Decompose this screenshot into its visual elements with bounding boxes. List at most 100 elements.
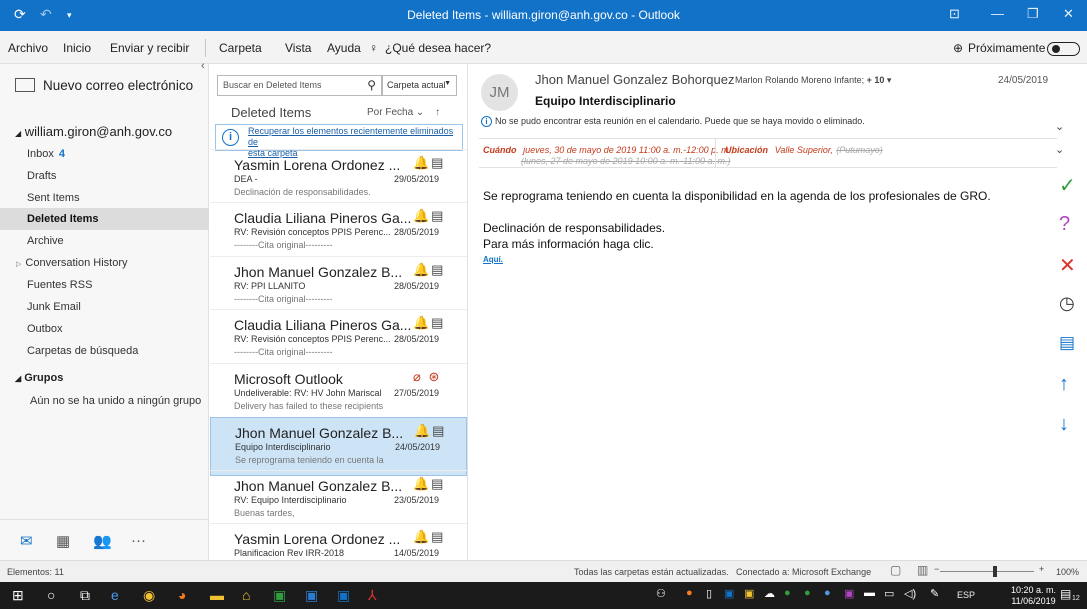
tray-app-icon[interactable]: ●: [686, 587, 693, 599]
more-recipients[interactable]: + 10: [867, 75, 885, 85]
list-item[interactable]: Jhon Manuel Gonzalez B... 🔔▤ RV: Equipo …: [210, 470, 467, 529]
volume-icon[interactable]: ◁): [904, 587, 916, 600]
sender-name[interactable]: Jhon Manuel Gonzalez Bohorquez: [535, 72, 734, 87]
zoom-out-icon[interactable]: −: [934, 564, 939, 574]
edge-icon[interactable]: e: [111, 587, 119, 603]
people-icon[interactable]: 👥: [93, 532, 112, 550]
more-icon[interactable]: ···: [131, 532, 146, 549]
folder-archive[interactable]: Archive: [0, 230, 209, 252]
decline-icon[interactable]: ✕: [1059, 253, 1076, 278]
network-icon[interactable]: ▬: [864, 587, 875, 599]
coming-soon-toggle[interactable]: [1047, 42, 1080, 56]
list-item[interactable]: Microsoft Outlook ⌀ ⊛ Undeliverable: RV:…: [210, 363, 467, 422]
folder-conversation-history[interactable]: ▷ Conversation History: [0, 252, 209, 274]
firefox-icon[interactable]: ◕: [178, 587, 186, 603]
folder-outbox[interactable]: Outbox: [0, 318, 209, 340]
file-explorer-icon[interactable]: ▬: [210, 587, 224, 603]
windows-start-icon[interactable]: ⊞: [12, 587, 24, 604]
zoom-slider-thumb[interactable]: [993, 566, 997, 577]
pen-icon[interactable]: ✎: [930, 587, 939, 600]
message-date: 28/05/2019: [394, 227, 440, 237]
folder-search-folders[interactable]: Carpetas de búsqueda: [0, 340, 209, 362]
tray-app-icon[interactable]: ●: [804, 587, 811, 599]
account-header[interactable]: ◢ william.giron@anh.gov.co: [15, 124, 172, 139]
task-view-icon[interactable]: ⧉: [80, 587, 90, 604]
collapse-pane-icon[interactable]: ‹: [201, 60, 205, 72]
list-item[interactable]: Yasmin Lorena Ordonez ... 🔔▤ DEA - 29/05…: [210, 149, 467, 208]
list-item[interactable]: Claudia Liliana Pineros Ga... 🔔▤ RV: Rev…: [210, 309, 467, 368]
tentative-icon[interactable]: ?: [1059, 213, 1070, 236]
message-date: 28/05/2019: [394, 334, 440, 344]
propose-time-icon[interactable]: ◷: [1059, 293, 1075, 314]
folder-inbox[interactable]: Inbox 4: [0, 143, 209, 165]
chevron-down-icon[interactable]: ⌄: [1055, 120, 1064, 133]
word-icon[interactable]: ▣: [305, 587, 318, 604]
tray-app-icon[interactable]: ▯: [706, 587, 712, 600]
search-scope-dropdown[interactable]: Carpeta actual ▼: [381, 75, 457, 96]
excel-icon[interactable]: ▣: [273, 587, 286, 604]
display-icon[interactable]: ▭: [884, 587, 894, 600]
calendar-view-icon[interactable]: ▤: [1059, 333, 1075, 353]
list-item-selected[interactable]: Jhon Manuel Gonzalez B... 🔔▤ Equipo Inte…: [210, 417, 467, 476]
accept-icon[interactable]: ✓: [1059, 173, 1076, 198]
folder-deleted-items[interactable]: Deleted Items: [0, 208, 209, 230]
chrome-icon[interactable]: ◉: [143, 587, 155, 604]
menu-vista[interactable]: Vista: [285, 41, 311, 55]
menu-archivo[interactable]: Archivo: [8, 41, 48, 55]
message-subject: RV: Revisión conceptos PPIS Perenc...: [234, 334, 391, 344]
folder-junk-email[interactable]: Junk Email: [0, 296, 209, 318]
arrow-down-icon[interactable]: ↓: [1059, 413, 1069, 436]
folder-label: Junk Email: [27, 301, 81, 313]
arrow-up-icon[interactable]: ↑: [1059, 373, 1069, 396]
onedrive-icon[interactable]: ☁: [764, 587, 775, 600]
folder-rss[interactable]: Fuentes RSS: [0, 274, 209, 296]
menu-enviar-recibir[interactable]: Enviar y recibir: [110, 41, 189, 55]
tray-app-icon[interactable]: ▣: [844, 587, 854, 600]
clock[interactable]: 10:20 a. m. 11/06/2019: [1011, 585, 1056, 607]
language-indicator[interactable]: ESP: [957, 590, 975, 600]
recover-deleted-items-banner[interactable]: i Recuperar los elementos recientemente …: [215, 124, 463, 158]
zoom-in-icon[interactable]: +: [1039, 564, 1044, 574]
menu-ayuda[interactable]: Ayuda: [327, 41, 361, 55]
folder-drafts[interactable]: Drafts: [0, 165, 209, 187]
outlook-icon[interactable]: ▣: [337, 587, 350, 604]
acrobat-icon[interactable]: ⅄: [368, 587, 377, 604]
list-item[interactable]: Yasmin Lorena Ordonez ... 🔔▤ Planificaci…: [210, 523, 467, 560]
tray-app-icon[interactable]: ●: [824, 587, 831, 599]
people-tray-icon[interactable]: ⚇: [656, 587, 666, 600]
zoom-level[interactable]: 100%: [1056, 567, 1079, 577]
maximize-icon[interactable]: ❐: [1027, 6, 1039, 22]
normal-view-icon[interactable]: ▢: [890, 563, 901, 577]
ribbon-display-icon[interactable]: ⊡: [949, 6, 960, 22]
groups-header[interactable]: ◢ Grupos: [15, 372, 63, 384]
recover-link-line1[interactable]: Recuperar los elementos recientemente el…: [248, 126, 453, 147]
list-item[interactable]: Jhon Manuel Gonzalez B... 🔔▤ RV: PPI LLA…: [210, 256, 467, 315]
reading-view-icon[interactable]: ▥: [917, 563, 928, 577]
mail-icon[interactable]: ✉: [20, 532, 33, 550]
folder-sent-items[interactable]: Sent Items: [0, 187, 209, 209]
tray-app-icon[interactable]: ●: [784, 587, 791, 599]
tell-me-search[interactable]: ¿Qué desea hacer?: [385, 41, 491, 55]
close-icon[interactable]: ✕: [1063, 6, 1074, 22]
notifications-icon[interactable]: ▤: [1060, 587, 1071, 601]
new-mail-button[interactable]: Nuevo correo electrónico: [15, 78, 193, 93]
search-placeholder: Buscar en Deleted Items: [223, 80, 322, 90]
calendar-icon[interactable]: ▦: [56, 532, 70, 550]
tray-app-icon[interactable]: ▣: [744, 587, 754, 600]
menu-inicio[interactable]: Inicio: [63, 41, 91, 55]
list-item[interactable]: Claudia Liliana Pineros Ga... 🔔▤ RV: Rev…: [210, 202, 467, 261]
recipients[interactable]: Marlon Rolando Moreno Infante; + 10 ▾: [735, 75, 891, 86]
menu-carpeta[interactable]: Carpeta: [219, 41, 262, 55]
search-icon[interactable]: ○: [47, 587, 55, 603]
search-icon[interactable]: ⚲: [367, 78, 376, 92]
outlook-tray-icon[interactable]: ▣: [724, 587, 734, 600]
zoom-slider[interactable]: [940, 566, 1034, 577]
search-input[interactable]: Buscar en Deleted Items ⚲: [217, 75, 383, 96]
body-link[interactable]: Aquí.: [483, 252, 991, 268]
minimize-icon[interactable]: —: [991, 6, 1004, 21]
chevron-down-icon[interactable]: ⌄: [1055, 143, 1064, 156]
store-icon[interactable]: ⌂: [242, 587, 250, 603]
sort-direction-icon[interactable]: ↑: [435, 107, 440, 118]
message-date: 28/05/2019: [394, 281, 440, 291]
sort-by-dropdown[interactable]: Por Fecha ⌄ ↑: [367, 107, 440, 118]
